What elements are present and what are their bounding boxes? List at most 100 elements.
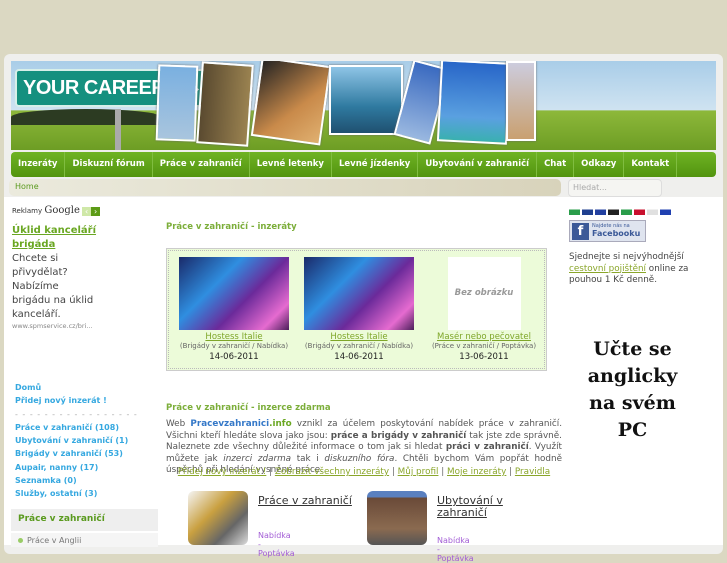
nav-ubytovani[interactable]: Ubytování v zahraničí	[418, 152, 538, 177]
listing-category: (Práce v zahraničí / Poptávka)	[431, 342, 537, 350]
insurance-text: Sjednejte si nejvýhodnější cestovní poji…	[569, 252, 714, 287]
ad-url[interactable]: www.spmservice.cz/bri...	[12, 322, 160, 330]
listing-item: Hostess Italie (Brigády v zahraničí / Na…	[172, 257, 296, 362]
nav-inzeraty[interactable]: Inzeráty	[11, 152, 66, 177]
category-menu: Domů Přidej nový inzerát ! - - - - - - -…	[15, 381, 138, 501]
main-nav: Inzeráty Diskuzní fórum Práce v zahranič…	[11, 152, 716, 177]
category-item[interactable]: Seznamka (0)	[15, 474, 138, 487]
facebook-icon: f	[572, 222, 589, 240]
photo-golden-gate	[329, 65, 403, 135]
text: tak i	[291, 453, 325, 464]
flag-icon[interactable]	[608, 207, 619, 215]
logo-text: YOUR CAREER	[23, 77, 166, 99]
text: Sjednejte si nejvýhodnější	[569, 252, 684, 262]
link-my-profile[interactable]: Můj profil	[398, 467, 439, 477]
listing-thumbnail[interactable]	[179, 257, 289, 330]
listing-thumbnail[interactable]	[304, 257, 414, 330]
listing-date: 14-06-2011	[334, 352, 384, 362]
photo-pyramids	[506, 61, 536, 141]
link-rules[interactable]: Pravidla	[515, 467, 550, 477]
ads-label: Reklamy Google ‹ ›	[12, 205, 160, 216]
link-add-listing[interactable]: Přidej nový inzerát !	[178, 467, 266, 477]
listing-item: Hostess Italie (Brigády v zahraničí / Na…	[297, 257, 421, 362]
photo-bigben	[196, 61, 254, 147]
photo-beach-palms	[436, 61, 512, 145]
flag-icon[interactable]	[660, 207, 671, 215]
text-bold: práce a brigády v zahraničí	[330, 430, 467, 441]
language-flags	[569, 207, 714, 215]
breadcrumb-home[interactable]: Home	[15, 182, 39, 191]
house-image[interactable]	[367, 491, 427, 545]
menu-home[interactable]: Domů	[15, 381, 138, 394]
side-box-item-label: Práce v Anglii	[27, 536, 82, 545]
menu-divider: - - - - - - - - - - - - - - - - -	[15, 409, 138, 419]
nav-odkazy[interactable]: Odkazy	[574, 152, 625, 177]
listing-heading: Práce v zahraničí - inzeráty	[166, 222, 297, 232]
no-image-placeholder[interactable]: Bez obrázku	[447, 257, 521, 330]
flag-icon[interactable]	[634, 207, 645, 215]
google-logo: Google	[44, 205, 80, 216]
facebook-text: Najdete nás na Facebooku	[592, 223, 640, 239]
listing-title[interactable]: Masér nebo pečovatel	[422, 332, 546, 342]
insurance-link[interactable]: cestovní pojištění	[569, 264, 646, 274]
link-my-listings[interactable]: Moje inzeráty	[447, 467, 506, 477]
english-course-ad[interactable]: Učte se anglicky na svém PC	[575, 336, 690, 444]
nav-prace-v-zahranici[interactable]: Práce v zahraničí	[153, 152, 250, 177]
photo-liberty	[155, 64, 199, 142]
ad-title-line1: Úklid kanceláří	[12, 225, 97, 236]
hill	[11, 109, 161, 125]
site-tld: .info	[269, 419, 292, 429]
flag-icon[interactable]	[569, 207, 580, 215]
category-item[interactable]: Brigády v zahraničí (53)	[15, 447, 138, 460]
card-title[interactable]: Práce v zahraničí	[258, 495, 358, 507]
right-sidebar: f Najdete nás na Facebooku Sjednejte si n…	[569, 207, 714, 287]
category-item[interactable]: Služby, ostatní (3)	[15, 487, 138, 500]
fb-big-text: Facebooku	[592, 229, 641, 238]
photo-palm-sunset	[250, 61, 332, 146]
header-banner: YOUR CAREER➔	[11, 61, 716, 150]
facebook-button[interactable]: f Najdete nás na Facebooku	[569, 220, 646, 242]
listing-panel: Hostess Italie (Brigády v zahraničí / Na…	[166, 248, 547, 371]
category-item[interactable]: Ubytování v zahraničí (1)	[15, 434, 138, 447]
ads-label-text: Reklamy	[12, 207, 43, 215]
ad-block: Reklamy Google ‹ › Úklid kanceláří brigáda…	[12, 205, 160, 330]
text-bold: práci v zahraničí	[445, 442, 529, 452]
flag-icon[interactable]	[647, 207, 658, 215]
listing-category: (Brigády v zahraničí / Nabídka)	[179, 342, 289, 350]
menu-add-listing[interactable]: Přidej nový inzerát !	[15, 394, 138, 407]
ad-title[interactable]: Úklid kanceláří brigáda	[12, 224, 160, 252]
text-italic: inzerci zdarma	[223, 453, 292, 464]
ad-title-line2: brigáda	[12, 239, 56, 250]
listing-date: 14-06-2011	[209, 352, 259, 362]
intro-heading: Práce v zahraničí - inzerce zdarma	[166, 403, 331, 413]
search-input[interactable]: Hledat...	[568, 179, 662, 197]
listing-title[interactable]: Hostess Italie	[297, 332, 421, 342]
text: Web	[166, 419, 191, 429]
nav-levne-letenky[interactable]: Levné letenky	[250, 152, 332, 177]
nav-diskuzni-forum[interactable]: Diskuzní fórum	[65, 152, 153, 177]
nav-kontakt[interactable]: Kontakt	[624, 152, 678, 177]
category-item[interactable]: Práce v zahraničí (108)	[15, 421, 138, 434]
next-ad-icon[interactable]: ›	[91, 206, 101, 216]
listing-title[interactable]: Hostess Italie	[172, 332, 296, 342]
action-links: Přidej nový inzerát ! | Zobrazit všechny…	[177, 467, 551, 477]
workers-image[interactable]	[188, 491, 248, 545]
site-name: Pracevzahranici	[190, 419, 270, 429]
text-italic: diskuzního fóra	[324, 453, 395, 464]
sign-post	[115, 109, 121, 150]
ad-text: Chcete si přivydělat? Nabízíme brigádu n…	[12, 253, 94, 320]
listing-item: Bez obrázku Masér nebo pečovatel (Práce …	[422, 257, 546, 362]
nav-levne-jizdenky[interactable]: Levné jízdenky	[332, 152, 419, 177]
flag-icon[interactable]	[621, 207, 632, 215]
prev-ad-icon[interactable]: ‹	[82, 206, 92, 216]
card-title[interactable]: Ubytování v zahraničí	[437, 495, 537, 519]
category-item[interactable]: Aupair, nanny (17)	[15, 461, 138, 474]
link-all-listings[interactable]: Zobrazit všechny inzeráty	[275, 467, 389, 477]
flag-icon[interactable]	[582, 207, 593, 215]
nav-chat[interactable]: Chat	[537, 152, 575, 177]
card-subtitle[interactable]: Nabídka - Poptávka	[437, 536, 474, 563]
breadcrumb: Home	[9, 179, 561, 196]
side-box-title: Práce v zahraničí	[11, 509, 158, 531]
flag-icon[interactable]	[595, 207, 606, 215]
listing-date: 13-06-2011	[459, 352, 509, 362]
